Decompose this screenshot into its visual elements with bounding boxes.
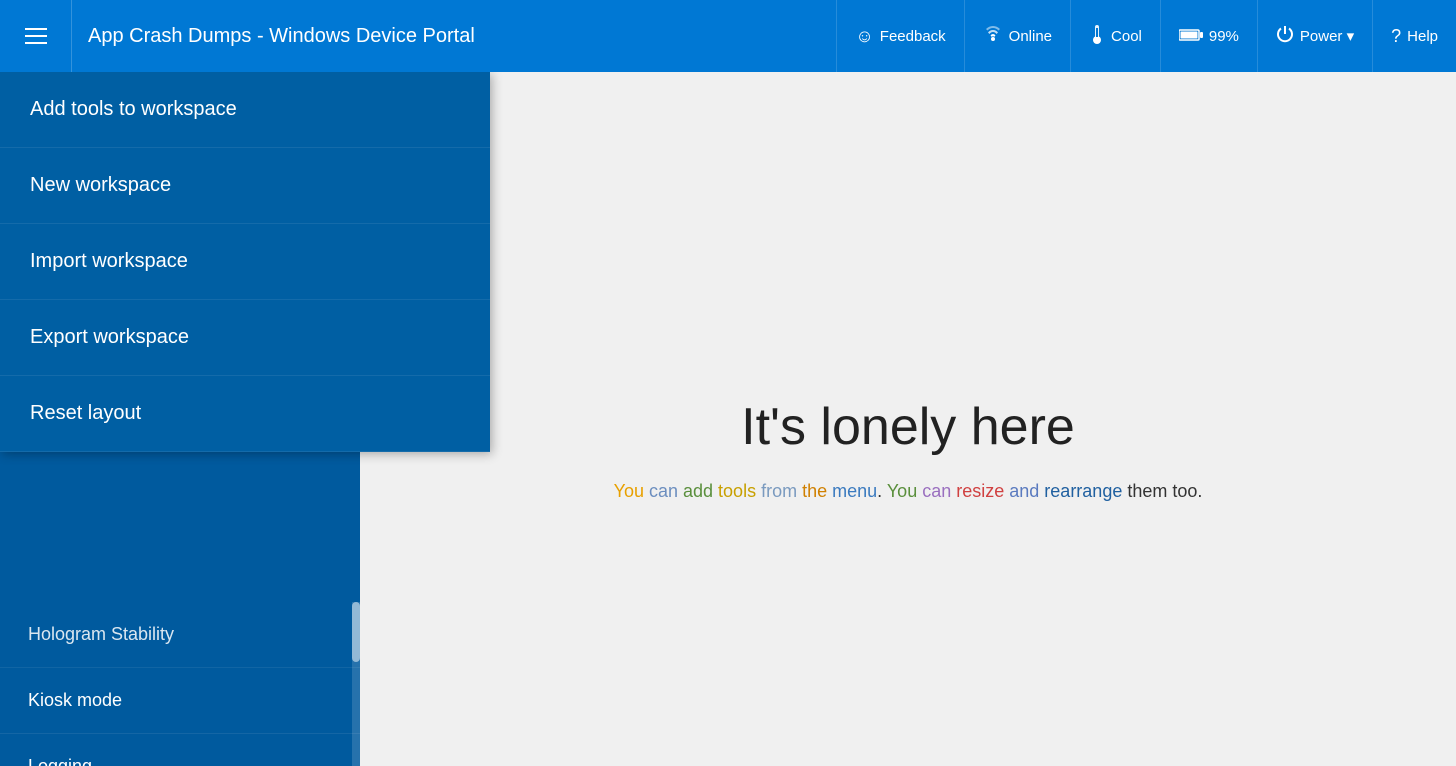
battery-button[interactable]: 99%	[1160, 0, 1257, 72]
hamburger-line-3	[25, 42, 47, 44]
subtitle-word-3: add	[683, 481, 713, 501]
subtitle-word-2: can	[644, 481, 683, 501]
help-icon: ?	[1391, 26, 1401, 47]
sidebar: Add tools to workspace New workspace Imp…	[0, 72, 360, 766]
header: App Crash Dumps - Windows Device Portal …	[0, 0, 1456, 72]
import-workspace-label: Import workspace	[30, 250, 188, 272]
online-icon	[983, 24, 1003, 49]
cool-button[interactable]: Cool	[1070, 0, 1160, 72]
import-workspace-item[interactable]: Import workspace	[0, 224, 490, 300]
subtitle-word-7: menu	[832, 481, 877, 501]
subtitle-word-8: .	[877, 481, 887, 501]
subtitle-word-9: You	[887, 481, 917, 501]
lonely-here-title: It's lonely here	[614, 397, 1203, 457]
temperature-icon	[1089, 24, 1105, 49]
subtitle-word-12: and	[1004, 481, 1044, 501]
app-title: App Crash Dumps - Windows Device Portal	[72, 25, 836, 48]
battery-label: 99%	[1209, 28, 1239, 45]
feedback-icon: ☺	[855, 26, 873, 47]
power-label: Power ▾	[1300, 27, 1354, 45]
empty-state: It's lonely here You can add tools from …	[574, 357, 1243, 542]
content-area: It's lonely here You can add tools from …	[360, 72, 1456, 766]
subtitle-word-6: the	[797, 481, 832, 501]
sidebar-item-logging[interactable]: Logging	[0, 734, 360, 766]
subtitle-word-5: from	[761, 481, 797, 501]
feedback-label: Feedback	[880, 28, 946, 45]
hamburger-line-1	[25, 28, 47, 30]
subtitle-word-11: resize	[956, 481, 1004, 501]
help-label: Help	[1407, 28, 1438, 45]
main-area: Add tools to workspace New workspace Imp…	[0, 72, 1456, 766]
add-tools-label: Add tools to workspace	[30, 98, 237, 120]
online-button[interactable]: Online	[964, 0, 1070, 72]
subtitle-word-10: can	[917, 481, 956, 501]
power-icon	[1276, 25, 1294, 48]
export-workspace-label: Export workspace	[30, 326, 189, 348]
power-button[interactable]: Power ▾	[1257, 0, 1372, 72]
subtitle-word-4: tools	[713, 481, 761, 501]
header-actions: ☺ Feedback Online Coo	[836, 0, 1456, 72]
feedback-button[interactable]: ☺ Feedback	[836, 0, 963, 72]
sidebar-item-hologram-stability[interactable]: Hologram Stability	[0, 602, 360, 668]
sidebar-nav: Hologram Stability Kiosk mode Logging Ma…	[0, 602, 360, 766]
reset-layout-item[interactable]: Reset layout	[0, 376, 490, 452]
export-workspace-item[interactable]: Export workspace	[0, 300, 490, 376]
battery-icon	[1179, 26, 1203, 47]
help-button[interactable]: ? Help	[1372, 0, 1456, 72]
hamburger-line-2	[25, 35, 47, 37]
lonely-here-subtitle: You can add tools from the menu. You can…	[614, 481, 1203, 502]
online-label: Online	[1009, 28, 1052, 45]
add-tools-item[interactable]: Add tools to workspace	[0, 72, 490, 148]
subtitle-word-14: them too.	[1122, 481, 1202, 501]
workspace-dropdown: Add tools to workspace New workspace Imp…	[0, 72, 490, 452]
new-workspace-label: New workspace	[30, 174, 171, 196]
sidebar-scrollbar[interactable]	[352, 602, 360, 766]
reset-layout-label: Reset layout	[30, 402, 141, 424]
sidebar-scrollbar-thumb	[352, 602, 360, 662]
logging-label: Logging	[28, 756, 92, 766]
kiosk-mode-label: Kiosk mode	[28, 690, 122, 710]
subtitle-word-13: rearrange	[1044, 481, 1122, 501]
new-workspace-item[interactable]: New workspace	[0, 148, 490, 224]
sidebar-item-kiosk-mode[interactable]: Kiosk mode	[0, 668, 360, 734]
hologram-stability-label: Hologram Stability	[28, 624, 174, 644]
cool-label: Cool	[1111, 28, 1142, 45]
hamburger-button[interactable]	[0, 0, 72, 72]
subtitle-word-1: You	[614, 481, 644, 501]
